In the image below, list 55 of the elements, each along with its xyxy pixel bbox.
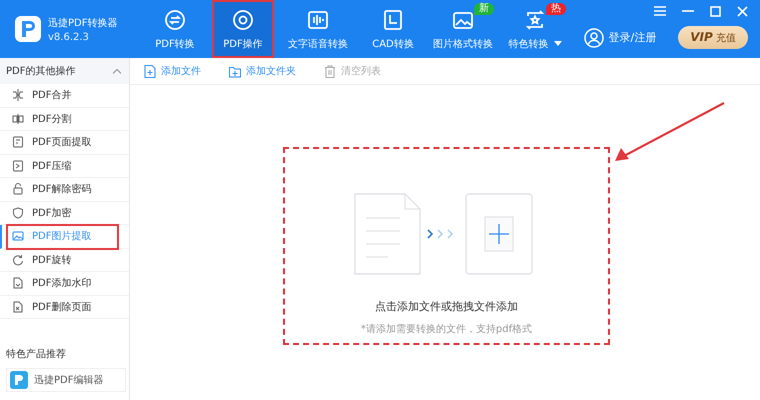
menu-icon[interactable] [654,6,666,16]
image-icon [12,230,24,242]
nav-tab[interactable]: PDF转换 [144,0,206,58]
drop-zone[interactable]: 点击添加文件或拖拽文件添加 *请添加需要转换的文件，支持pdf格式 [283,147,610,345]
vip-button[interactable]: VIP 充值 [678,26,748,49]
user-icon [584,28,604,48]
login-label[interactable]: 登录/注册 [608,30,656,45]
sidebar-item[interactable]: PDF图片提取 [0,225,129,248]
sidebar-item[interactable]: PDF压缩 [0,154,129,178]
app-name: 迅捷PDF转换器 [48,16,118,30]
document-icon [12,277,24,290]
nav-tab[interactable]: 热 特色转换 [502,0,568,58]
sidebar-item[interactable]: PDF合并 [0,84,129,108]
chevron-icon [113,68,121,74]
drop-zone-hint: *请添加需要转换的文件，支持pdf格式 [360,322,532,336]
page-icon [12,136,24,148]
toolbar-button[interactable]: 添加文件 [144,64,201,78]
shield-icon [12,206,24,219]
section-title: PDF的其他操作 [6,64,76,78]
sidebar-item[interactable]: PDF加密 [0,202,129,225]
compress-icon [12,160,24,172]
product-card[interactable]: 迅捷PDF编辑器 [6,368,126,392]
close-icon[interactable] [737,6,748,16]
section-title: 特色产品推荐 [6,348,67,361]
login-link[interactable]: 登录/注册 [584,28,656,48]
document-icon [12,300,24,313]
star-icon [523,8,547,32]
badge: 热 [546,3,566,15]
product-name: 迅捷PDF编辑器 [34,374,104,387]
nav-tab[interactable]: PDF操作 [212,0,274,58]
sidebar-item[interactable]: PDF旋转 [0,248,129,272]
nav-tab[interactable]: CAD转换 [362,0,424,58]
swap-icon [163,8,187,32]
sidebar-item[interactable]: PDF删除页面 [0,296,129,319]
toolbar-button[interactable]: 添加文件夹 [229,64,296,78]
sidebar-section-header[interactable]: PDF的其他操作 [0,58,129,84]
app-logo-icon [14,15,42,43]
sidebar-item[interactable]: PDF解除密码 [0,178,129,202]
app-logo-icon [10,371,28,389]
nav-tab[interactable]: 文字语音转换 [280,0,356,58]
unlock-icon [12,183,24,196]
drop-zone-title: 点击添加文件或拖拽文件添加 [375,299,518,314]
trash-icon [324,64,336,78]
sidebar-item[interactable]: PDF页面提取 [0,131,129,154]
merge-icon [12,89,24,102]
split-icon [12,112,24,125]
app-version: v8.6.2.3 [48,32,90,42]
add-folder-icon [229,64,241,78]
sidebar-item[interactable]: PDF分割 [0,108,129,131]
rotate-icon [12,254,24,266]
badge: 新 [474,3,494,15]
maximize-icon[interactable] [710,6,721,16]
add-file-icon [144,64,156,78]
nav-tab[interactable]: 新 图片格式转换 [430,0,496,58]
sidebar-item[interactable]: PDF添加水印 [0,272,129,296]
